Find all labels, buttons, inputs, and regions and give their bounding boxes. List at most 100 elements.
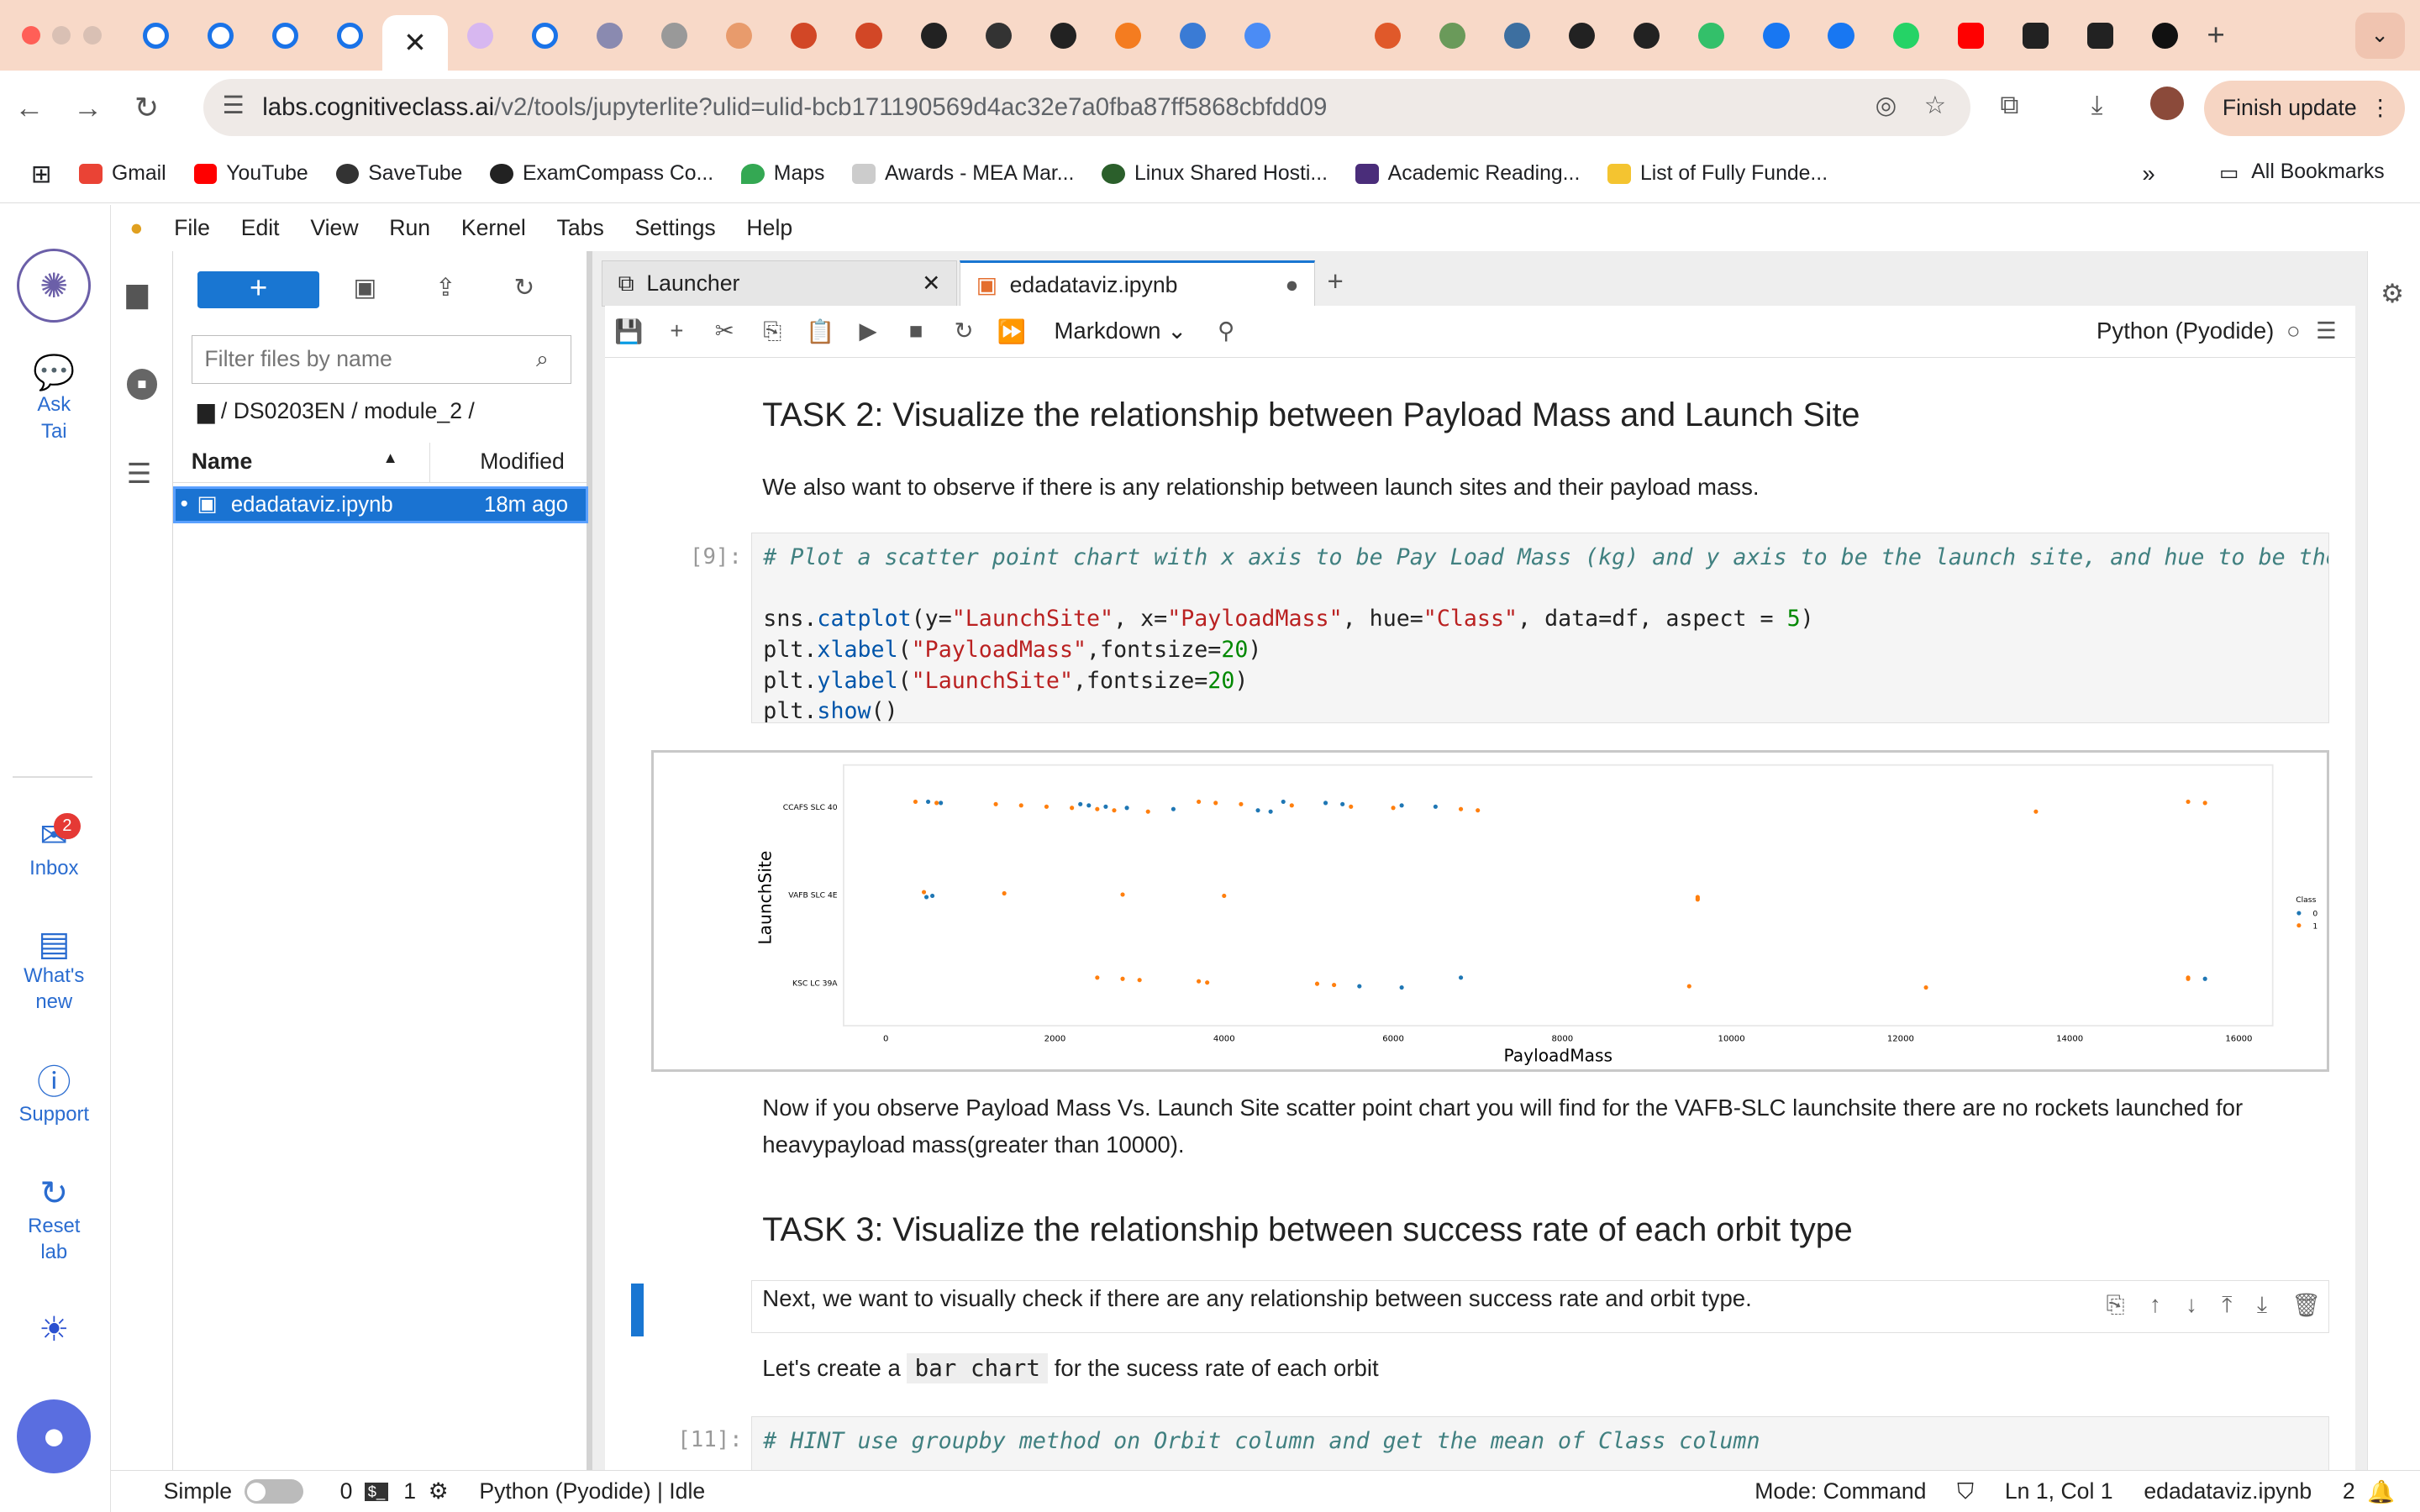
whats-new-button[interactable]: ▤ What's new	[0, 926, 108, 1016]
address-bar[interactable]: ☰ labs.cognitiveclass.ai/v2/tools/jupyte…	[203, 78, 1971, 136]
menu-icon[interactable]: ☰	[2316, 318, 2337, 344]
shield-icon[interactable]: ⛉	[1957, 1478, 1974, 1505]
bookmark-gmail[interactable]: Gmail	[79, 162, 166, 186]
more-bookmarks-icon[interactable]: »	[2142, 160, 2154, 187]
filter-files-input[interactable]: Filter files by name ⌕	[191, 334, 571, 385]
apps-grid-icon[interactable]: ⊞	[31, 160, 52, 189]
browser-tab[interactable]	[771, 11, 836, 60]
run-icon[interactable]: ▶	[844, 318, 892, 344]
browser-tab[interactable]	[966, 11, 1031, 60]
browser-tab[interactable]	[1160, 11, 1225, 60]
menu-settings[interactable]: Settings	[634, 215, 715, 241]
menu-view[interactable]: View	[310, 215, 358, 241]
extensions-icon[interactable]: ⧉	[2000, 90, 2018, 121]
notification-count[interactable]: 2	[2343, 1478, 2355, 1504]
browser-tab[interactable]	[577, 11, 642, 60]
insert-above-icon[interactable]: ⤒	[2222, 1291, 2232, 1319]
browser-tab[interactable]	[1809, 11, 1874, 60]
browser-tab[interactable]	[513, 11, 577, 60]
browser-tab[interactable]	[124, 11, 188, 60]
browser-tab[interactable]	[253, 11, 318, 60]
bookmark-maps[interactable]: Maps	[741, 162, 824, 186]
bookmark-academic-reading[interactable]: Academic Reading...	[1355, 162, 1580, 186]
menu-run[interactable]: Run	[389, 215, 430, 241]
browser-tab[interactable]	[318, 11, 382, 60]
browser-tab[interactable]	[1485, 11, 1549, 60]
browser-tab[interactable]	[1549, 11, 1614, 60]
browser-tab[interactable]	[1744, 11, 1808, 60]
new-tab-icon[interactable]: +	[2207, 18, 2224, 53]
browser-tab[interactable]	[1096, 11, 1160, 60]
restart-icon[interactable]: ↻	[940, 318, 988, 344]
upload-icon[interactable]: ⇪	[435, 273, 456, 302]
kernel-count[interactable]: 1	[403, 1478, 416, 1504]
browser-tab[interactable]	[642, 11, 707, 60]
browser-tab[interactable]	[1290, 11, 1355, 60]
breadcrumb[interactable]: ▆ / DS0203EN / module_2 /	[197, 398, 475, 424]
bookmark-youtube[interactable]: YouTube	[193, 162, 308, 186]
toc-icon[interactable]: ☰	[127, 457, 152, 491]
column-modified[interactable]: Modified	[480, 449, 565, 475]
download-icon[interactable]: ⤓	[2091, 90, 2103, 121]
kernel-status[interactable]: Python (Pyodide) | Idle	[479, 1478, 705, 1504]
browser-tab-active[interactable]: ✕	[382, 15, 448, 71]
browser-tab[interactable]	[188, 11, 253, 60]
column-name[interactable]: Name	[192, 449, 253, 475]
browser-tab[interactable]	[1225, 11, 1290, 60]
menu-tabs[interactable]: Tabs	[557, 215, 604, 241]
eye-off-icon[interactable]: ◎	[1876, 91, 1897, 120]
browser-tab[interactable]	[1420, 11, 1485, 60]
running-icon[interactable]: ■	[126, 368, 158, 400]
refresh-icon[interactable]: ↻	[514, 273, 535, 302]
copy-icon[interactable]: ⎘	[749, 318, 797, 345]
bookmark-examcompass[interactable]: ExamCompass Co...	[490, 162, 713, 186]
bell-icon[interactable]: 🔔	[2367, 1478, 2395, 1505]
close-icon[interactable]: ✕	[403, 26, 427, 60]
bookmark-funded-list[interactable]: List of Fully Funde...	[1607, 162, 1828, 186]
all-bookmarks-folder[interactable]: ▭ All Bookmarks	[2219, 160, 2384, 186]
code-cell-11[interactable]: # HINT use groupby method on Orbit colum…	[751, 1416, 2329, 1471]
property-inspector-icon[interactable]: ⚙	[2381, 279, 2404, 309]
browser-tab[interactable]	[1874, 11, 1939, 60]
window-controls[interactable]	[21, 26, 103, 45]
browser-tab[interactable]	[2133, 11, 2197, 60]
browser-tab[interactable]	[2068, 11, 2133, 60]
paste-icon[interactable]: 📋	[797, 318, 844, 345]
forward-icon[interactable]: →	[59, 92, 118, 125]
scatter-plot-output[interactable]: LaunchSite PayloadMass 0 2000 4000 6000 8000…	[651, 749, 2329, 1073]
tab-launcher[interactable]: ⧉ Launcher ✕	[602, 260, 957, 307]
move-up-icon[interactable]: ↑	[2149, 1291, 2161, 1319]
new-launcher-button[interactable]: +	[197, 271, 320, 309]
unsaved-dot-icon[interactable]: ●	[1285, 272, 1298, 298]
close-icon[interactable]: ✕	[922, 270, 940, 297]
browser-tab[interactable]	[1939, 11, 2003, 60]
code-cell-9[interactable]: # Plot a scatter point chart with x axis…	[751, 532, 2329, 724]
back-icon[interactable]: ←	[0, 92, 59, 125]
inbox-button[interactable]: ✉ 2 Inbox	[0, 812, 108, 881]
finish-update-button[interactable]: Finish update ⋮	[2203, 80, 2405, 136]
bookmark-savetube[interactable]: SaveTube	[335, 162, 462, 186]
cursor-position[interactable]: Ln 1, Col 1	[2005, 1478, 2113, 1504]
menu-file[interactable]: File	[174, 215, 210, 241]
save-icon[interactable]: 💾	[605, 318, 653, 345]
user-avatar[interactable]: ●	[17, 1399, 92, 1474]
profile-avatar[interactable]	[2149, 86, 2184, 121]
browser-tab[interactable]	[902, 11, 966, 60]
tab-search-icon[interactable]: ⌄	[2354, 12, 2405, 59]
theme-toggle-icon[interactable]: ☀	[0, 1311, 108, 1349]
run-all-icon[interactable]: ⏩	[987, 318, 1035, 345]
bookmark-linux-hosting[interactable]: Linux Shared Hosti...	[1102, 162, 1328, 186]
ask-tai-button[interactable]: 💬 Ask Tai	[0, 355, 108, 444]
site-info-icon[interactable]: ☰	[222, 91, 244, 120]
simple-mode-toggle[interactable]	[244, 1478, 303, 1504]
reset-lab-button[interactable]: ↻ Reset lab	[0, 1176, 108, 1265]
browser-tab[interactable]	[1679, 11, 1744, 60]
bookmark-awards[interactable]: Awards - MEA Mar...	[852, 162, 1074, 186]
stop-icon[interactable]: ■	[892, 318, 940, 344]
browser-tab[interactable]	[2003, 11, 2068, 60]
move-down-icon[interactable]: ↓	[2186, 1291, 2197, 1319]
menu-edit[interactable]: Edit	[241, 215, 280, 241]
tab-notebook[interactable]: ▣ edadataviz.ipynb ●	[960, 260, 1315, 307]
browser-tab[interactable]	[1614, 11, 1679, 60]
browser-tab[interactable]	[1031, 11, 1096, 60]
